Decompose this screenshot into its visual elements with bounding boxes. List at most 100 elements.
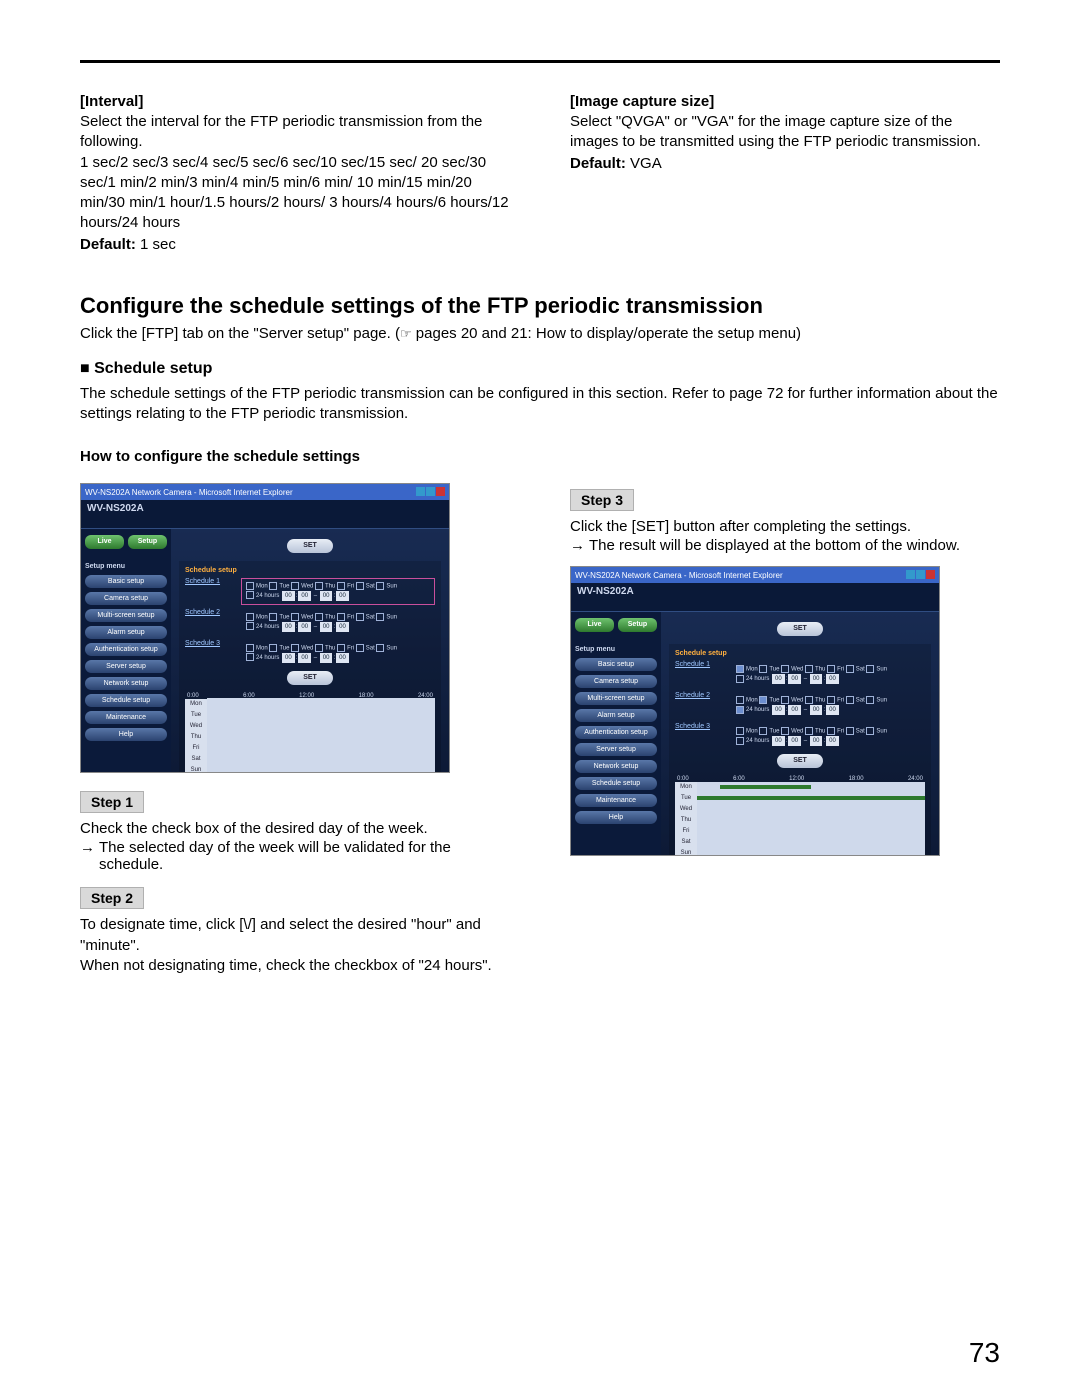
time-select[interactable]: 00 bbox=[826, 736, 839, 746]
day-checkbox[interactable] bbox=[376, 584, 386, 590]
day-checkbox[interactable] bbox=[866, 698, 876, 704]
time-select[interactable]: 00 bbox=[788, 736, 801, 746]
time-select[interactable]: 00 bbox=[826, 674, 839, 684]
schedule-link[interactable]: Schedule 1 bbox=[675, 661, 725, 688]
day-checkbox[interactable] bbox=[736, 698, 746, 704]
day-checkbox[interactable] bbox=[805, 667, 815, 673]
sidebar-item[interactable]: Network setup bbox=[85, 677, 167, 690]
day-checkbox[interactable] bbox=[866, 667, 876, 673]
day-checkbox[interactable] bbox=[315, 615, 325, 621]
day-checkbox[interactable] bbox=[246, 646, 256, 652]
sidebar-item[interactable]: Multi-screen setup bbox=[85, 609, 167, 622]
time-select[interactable]: 00 bbox=[298, 622, 311, 632]
day-checkbox[interactable] bbox=[376, 615, 386, 621]
sidebar-item[interactable]: Basic setup bbox=[85, 575, 167, 588]
day-checkbox[interactable] bbox=[291, 646, 301, 652]
time-select[interactable]: 00 bbox=[298, 653, 311, 663]
sidebar-item[interactable]: Server setup bbox=[85, 660, 167, 673]
time-select[interactable]: 00 bbox=[788, 674, 801, 684]
sidebar-item[interactable]: Maintenance bbox=[575, 794, 657, 807]
allday-checkbox[interactable] bbox=[736, 707, 746, 713]
day-checkbox[interactable] bbox=[781, 698, 791, 704]
sidebar-item[interactable]: Help bbox=[575, 811, 657, 824]
day-checkbox[interactable] bbox=[781, 667, 791, 673]
setup-tab[interactable]: Setup bbox=[618, 618, 657, 632]
day-checkbox[interactable] bbox=[246, 615, 256, 621]
sidebar-item[interactable]: Camera setup bbox=[575, 675, 657, 688]
time-select[interactable]: 00 bbox=[336, 622, 349, 632]
allday-checkbox[interactable] bbox=[736, 676, 746, 682]
time-select[interactable]: 00 bbox=[788, 705, 801, 715]
sidebar-item[interactable]: Alarm setup bbox=[575, 709, 657, 722]
sidebar-item[interactable]: Help bbox=[85, 728, 167, 741]
setup-tab[interactable]: Setup bbox=[128, 535, 167, 549]
sidebar-item[interactable]: Schedule setup bbox=[85, 694, 167, 707]
time-select[interactable]: 00 bbox=[298, 591, 311, 601]
sidebar-item[interactable]: Server setup bbox=[575, 743, 657, 756]
sidebar-item[interactable]: Authentication setup bbox=[85, 643, 167, 656]
day-checkbox[interactable] bbox=[291, 615, 301, 621]
time-select[interactable]: 00 bbox=[320, 653, 333, 663]
day-checkbox[interactable] bbox=[246, 584, 256, 590]
sidebar-item[interactable]: Basic setup bbox=[575, 658, 657, 671]
schedule-link[interactable]: Schedule 3 bbox=[185, 640, 235, 667]
live-tab[interactable]: Live bbox=[85, 535, 124, 549]
day-checkbox[interactable] bbox=[805, 729, 815, 735]
day-checkbox[interactable] bbox=[291, 584, 301, 590]
day-checkbox[interactable] bbox=[356, 584, 366, 590]
day-checkbox[interactable] bbox=[736, 667, 746, 673]
time-select[interactable]: 00 bbox=[336, 653, 349, 663]
allday-checkbox[interactable] bbox=[736, 738, 746, 744]
sidebar-item[interactable]: Maintenance bbox=[85, 711, 167, 724]
day-checkbox[interactable] bbox=[736, 729, 746, 735]
sidebar-item[interactable]: Multi-screen setup bbox=[575, 692, 657, 705]
day-checkbox[interactable] bbox=[827, 698, 837, 704]
time-select[interactable]: 00 bbox=[282, 622, 295, 632]
day-checkbox[interactable] bbox=[759, 698, 769, 704]
day-checkbox[interactable] bbox=[376, 646, 386, 652]
schedule-link[interactable]: Schedule 2 bbox=[675, 692, 725, 719]
time-select[interactable]: 00 bbox=[772, 674, 785, 684]
day-checkbox[interactable] bbox=[337, 584, 347, 590]
schedule-link[interactable]: Schedule 1 bbox=[185, 578, 235, 605]
sidebar-item[interactable]: Network setup bbox=[575, 760, 657, 773]
sidebar-item[interactable]: Alarm setup bbox=[85, 626, 167, 639]
allday-checkbox[interactable] bbox=[246, 593, 256, 599]
time-select[interactable]: 00 bbox=[282, 591, 295, 601]
allday-checkbox[interactable] bbox=[246, 655, 256, 661]
day-checkbox[interactable] bbox=[866, 729, 876, 735]
time-select[interactable]: 00 bbox=[810, 674, 823, 684]
day-checkbox[interactable] bbox=[846, 698, 856, 704]
day-checkbox[interactable] bbox=[337, 646, 347, 652]
day-checkbox[interactable] bbox=[759, 667, 769, 673]
day-checkbox[interactable] bbox=[846, 667, 856, 673]
day-checkbox[interactable] bbox=[269, 584, 279, 590]
set-button[interactable]: SET bbox=[287, 671, 333, 685]
time-select[interactable]: 00 bbox=[772, 705, 785, 715]
time-select[interactable]: 00 bbox=[320, 591, 333, 601]
day-checkbox[interactable] bbox=[269, 646, 279, 652]
day-checkbox[interactable] bbox=[827, 667, 837, 673]
time-select[interactable]: 00 bbox=[810, 705, 823, 715]
day-checkbox[interactable] bbox=[781, 729, 791, 735]
sidebar-item[interactable]: Schedule setup bbox=[575, 777, 657, 790]
day-checkbox[interactable] bbox=[827, 729, 837, 735]
time-select[interactable]: 00 bbox=[320, 622, 333, 632]
schedule-link[interactable]: Schedule 2 bbox=[185, 609, 235, 636]
time-select[interactable]: 00 bbox=[826, 705, 839, 715]
allday-checkbox[interactable] bbox=[246, 624, 256, 630]
day-checkbox[interactable] bbox=[805, 698, 815, 704]
day-checkbox[interactable] bbox=[269, 615, 279, 621]
sidebar-item[interactable]: Authentication setup bbox=[575, 726, 657, 739]
day-checkbox[interactable] bbox=[337, 615, 347, 621]
schedule-link[interactable]: Schedule 3 bbox=[675, 723, 725, 750]
time-select[interactable]: 00 bbox=[772, 736, 785, 746]
day-checkbox[interactable] bbox=[315, 646, 325, 652]
day-checkbox[interactable] bbox=[315, 584, 325, 590]
day-checkbox[interactable] bbox=[356, 646, 366, 652]
set-button[interactable]: SET bbox=[287, 539, 333, 553]
time-select[interactable]: 00 bbox=[336, 591, 349, 601]
day-checkbox[interactable] bbox=[846, 729, 856, 735]
time-select[interactable]: 00 bbox=[282, 653, 295, 663]
day-checkbox[interactable] bbox=[759, 729, 769, 735]
